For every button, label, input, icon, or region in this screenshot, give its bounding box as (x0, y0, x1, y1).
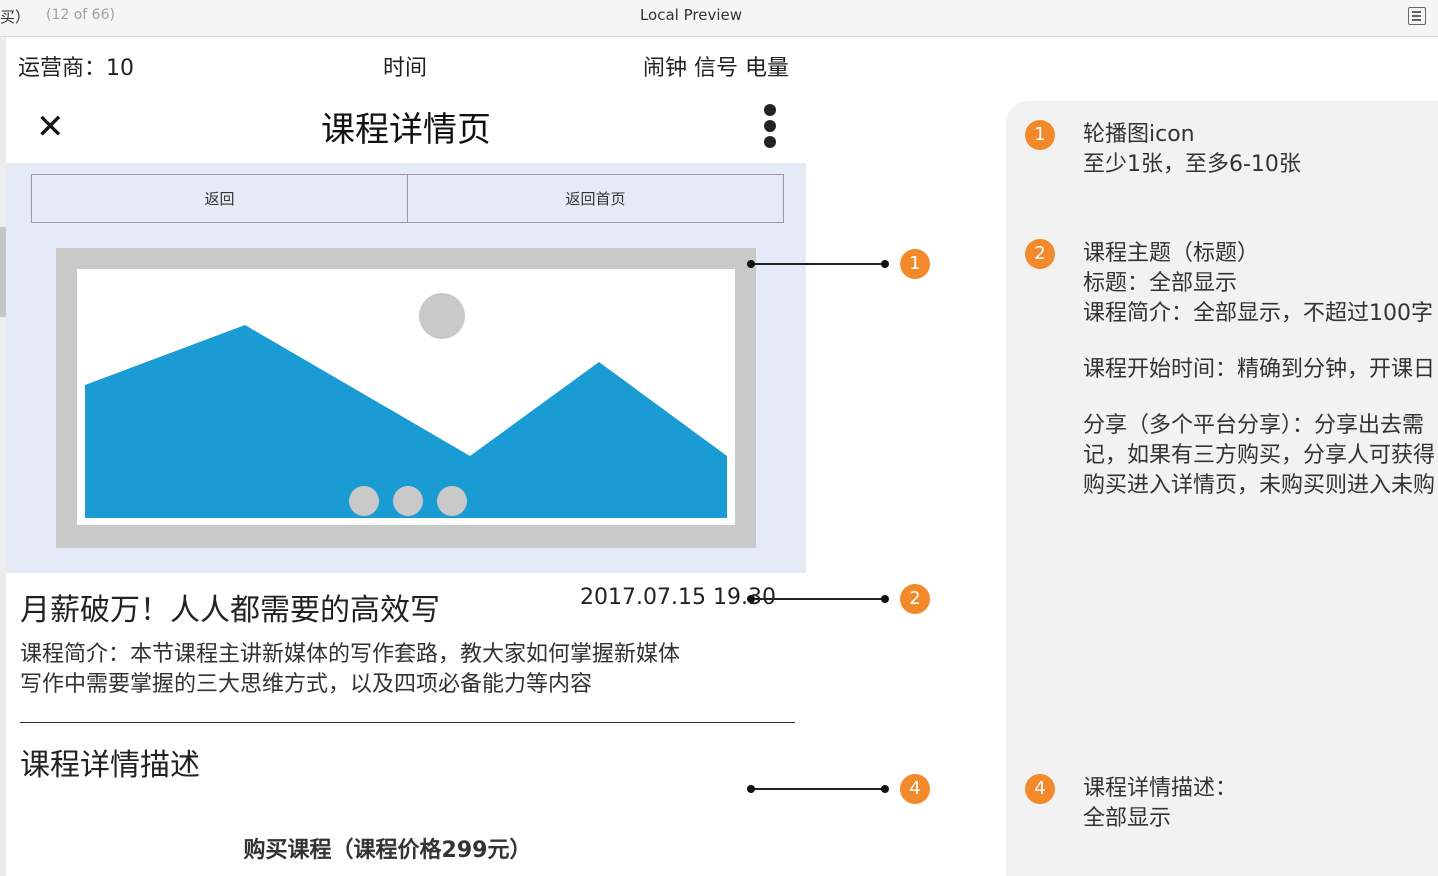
window-title: Local Preview (639, 6, 743, 24)
carousel-dot-2 (393, 486, 423, 516)
note-marker-4: 4 (1025, 774, 1055, 804)
note-2-line-7: 购买进入详情页，未购买则进入未购 (1083, 473, 1436, 498)
note-2-line-1: 课程主题（标题） (1083, 241, 1260, 266)
detail-heading: 课程详情描述 (20, 748, 200, 783)
divider (20, 722, 795, 723)
annotation-connector-2 (747, 595, 889, 603)
note-2-line-2: 标题：全部显示 (1083, 271, 1238, 296)
home-button[interactable]: 返回首页 (407, 175, 783, 222)
note-2-line-3: 课程简介：全部显示，不超过100字 (1083, 301, 1433, 326)
annotation-marker-4: 4 (900, 774, 930, 804)
course-intro: 课程简介：本节课程主讲新媒体的写作套路，教大家如何掌握新媒体 写作中需要掌握的三… (20, 640, 710, 700)
close-icon[interactable]: ✕ (36, 108, 70, 146)
image-placeholder-icon (77, 269, 735, 525)
note-2-line-6: 记，如果有三方购买，分享人可获得 (1083, 443, 1436, 468)
annotation-marker-2: 2 (900, 584, 930, 614)
nav-button-group: 返回 返回首页 (31, 174, 784, 223)
preview-toolbar: 买） (12 of 66) Local Preview (0, 0, 1438, 37)
carousel-dot-3 (437, 486, 467, 516)
buy-course-button[interactable]: 购买课程（课程价格299元） (150, 832, 625, 864)
note-1-line-1: 轮播图icon (1083, 122, 1195, 147)
list-icon[interactable] (1408, 7, 1426, 25)
annotation-marker-1: 1 (900, 249, 930, 279)
course-intro-line-1: 课程简介：本节课程主讲新媒体的写作套路，教大家如何掌握新媒体 (20, 642, 681, 667)
note-1-line-2: 至少1张，至多6-10张 (1083, 152, 1301, 177)
notes-panel: 1 轮播图icon 至少1张，至多6-10张 2 课程主题（标题） 标题：全部显… (1006, 101, 1438, 876)
note-marker-1: 1 (1025, 120, 1055, 150)
note-4-line-2: 全部显示 (1083, 806, 1172, 831)
note-2-line-4: 课程开始时间：精确到分钟，开课日 (1083, 357, 1436, 382)
status-indicators: 闹钟 信号 电量 (643, 56, 789, 81)
status-time: 时间 (383, 56, 428, 81)
carousel[interactable] (56, 248, 756, 548)
back-button[interactable]: 返回 (32, 175, 407, 222)
carousel-dot-1 (349, 486, 379, 516)
note-marker-2: 2 (1025, 239, 1055, 269)
page-title: 课程详情页 (321, 110, 491, 150)
note-2-line-5: 分享（多个平台分享）：分享出去需 (1083, 413, 1425, 438)
more-vertical-icon[interactable] (762, 102, 778, 150)
status-carrier: 运营商：10 (18, 56, 134, 81)
course-title: 月薪破万！人人都需要的高效写 (20, 593, 440, 628)
annotation-connector-1 (747, 260, 889, 268)
note-4-line-1: 课程详情描述： (1083, 776, 1238, 801)
course-intro-line-2: 写作中需要掌握的三大思维方式，以及四项必备能力等内容 (20, 672, 593, 697)
annotation-connector-4 (747, 785, 889, 793)
